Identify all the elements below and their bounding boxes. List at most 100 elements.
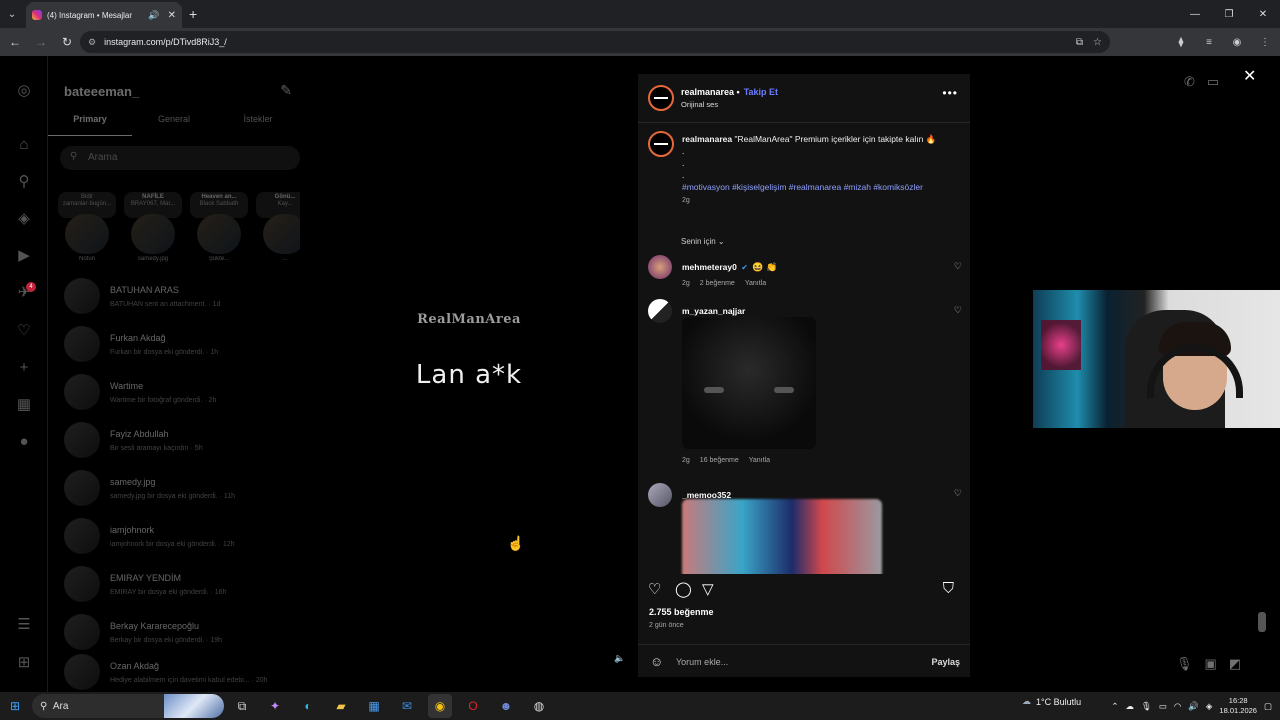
image-icon[interactable]: ▣ (1205, 656, 1217, 672)
reload-icon[interactable]: ↻ (56, 31, 78, 53)
post-comment-button[interactable]: Paylaş (931, 657, 960, 667)
store-icon[interactable]: ▦ (362, 694, 386, 718)
browser-tab-instagram[interactable]: (4) Instagram • Mesajlar 🔊 ✕ (26, 2, 182, 28)
home-icon[interactable]: ⌂ (14, 134, 34, 154)
profile-avatar[interactable]: ● (14, 431, 34, 451)
reply-button[interactable]: Yanıtla (745, 280, 766, 287)
like-heart-icon[interactable]: ♡ (648, 580, 661, 598)
address-bar[interactable]: ⚙ instagram.com/p/DTivd8RiJ3_/ ⧉ ☆ (80, 31, 1110, 53)
volume-icon[interactable]: 🔊 (1188, 701, 1199, 712)
vpn-icon[interactable]: ◈ (1206, 701, 1213, 712)
apps-grid-icon[interactable]: ⊞ (14, 652, 34, 672)
caption-avatar[interactable] (648, 131, 674, 157)
extensions-icon[interactable]: ⧫ (1170, 31, 1192, 53)
search-icon[interactable]: ⚲ (14, 171, 34, 191)
speaker-icon[interactable]: 🔊 (148, 10, 159, 21)
like-comment-icon[interactable]: ♡ (954, 488, 962, 499)
thread-item[interactable]: BATUHAN ARAS BATUHAN sent an attachment. … (64, 274, 300, 318)
comment-likes[interactable]: 2 beğenme (700, 280, 735, 287)
note-item[interactable]: NAFİLE BRAY067, Mar... samedy.jpg (124, 192, 182, 272)
profile-icon[interactable]: ◉ (1226, 31, 1248, 53)
commenter-avatar[interactable] (648, 255, 672, 279)
like-comment-icon[interactable]: ♡ (954, 261, 962, 272)
thread-item[interactable]: Berkay Kararecepoğlu Berkay bir dosya eki… (64, 610, 300, 654)
chevron-up-icon[interactable]: ⌃ (1111, 701, 1118, 712)
comment-image[interactable] (682, 499, 882, 574)
close-window-button[interactable]: ✕ (1246, 0, 1280, 28)
reply-button[interactable]: Yanıtla (749, 457, 770, 464)
close-icon[interactable]: ✕ (1243, 66, 1256, 86)
inbox-search-input[interactable]: ⚲ Arama (60, 146, 300, 170)
thread-item[interactable]: EMIRAY YENDİM EMIRAY bir dosya eki gönder… (64, 562, 300, 606)
comment-user[interactable]: m_yazan_najjar (682, 306, 745, 316)
more-options-icon[interactable]: ••• (942, 86, 958, 100)
create-plus-icon[interactable]: + (14, 357, 34, 377)
comment-input[interactable]: ☺ Yorum ekle... Paylaş (638, 644, 970, 677)
clock[interactable]: 16:28 18.01.2026 (1219, 696, 1257, 716)
like-comment-icon[interactable]: ♡ (954, 305, 962, 316)
thread-item[interactable]: iamjohnork iamjohnork bir dosya eki gönde… (64, 514, 300, 558)
share-send-icon[interactable]: ▽ (702, 580, 714, 598)
task-view-icon[interactable]: ⧉ (230, 694, 254, 718)
battery-icon[interactable]: ▭ (1159, 701, 1167, 712)
inbox-username[interactable]: bateeeman_ (64, 84, 139, 99)
file-explorer-icon[interactable]: ▰ (329, 694, 353, 718)
notification-icon[interactable]: ▢ (1264, 701, 1272, 712)
minimize-button[interactable]: — (1178, 0, 1212, 28)
tab-general[interactable]: General (132, 114, 216, 136)
opera-icon[interactable]: O (461, 694, 485, 718)
discord-icon[interactable]: ☻ (494, 694, 518, 718)
audio-label[interactable]: Orijinal ses (681, 100, 718, 109)
bookmark-star-icon[interactable]: ☆ (1093, 37, 1102, 48)
more-menu-icon[interactable]: ☰ (14, 614, 34, 634)
note-item[interactable]: Bidir zamanlar·bugün... Notun (58, 192, 116, 272)
thread-item[interactable]: samedy.jpg samedy.jpg bir dosya eki gönde… (64, 466, 300, 510)
close-tab-icon[interactable]: ✕ (168, 10, 176, 21)
microphone-icon[interactable]: 🎙 (1141, 701, 1152, 712)
tab-requests[interactable]: İstekler (216, 114, 300, 136)
commenter-avatar[interactable] (648, 299, 672, 323)
comment-icon[interactable]: ◯ (675, 580, 692, 598)
restore-button[interactable]: ❐ (1212, 0, 1246, 28)
author-avatar[interactable] (648, 85, 674, 111)
scrollbar[interactable] (1258, 612, 1266, 632)
network-icon[interactable]: ☁ (1126, 701, 1135, 712)
phone-icon[interactable]: ✆ (1184, 74, 1195, 90)
emoji-icon[interactable]: ☺ (650, 654, 663, 669)
tab-search-icon[interactable]: ⌄ (0, 0, 24, 28)
save-bookmark-icon[interactable]: ⛉ (943, 580, 954, 597)
reel-video[interactable]: RealManArea Lan a*k 🔈 (300, 76, 638, 676)
wifi-icon[interactable]: ◠ (1174, 701, 1181, 712)
follow-button[interactable]: Takip Et (744, 87, 778, 97)
new-tab-button[interactable]: + (189, 6, 197, 22)
caption-hashtags[interactable]: #motivasyon #kişiselgelişim #realmanarea… (682, 182, 923, 192)
video-call-icon[interactable]: ▭ (1207, 74, 1219, 90)
mail-icon[interactable]: ✉ (395, 694, 419, 718)
taskbar-search[interactable]: ⚲ Ara (32, 694, 224, 718)
thread-item[interactable]: Furkan Akdağ Furkan bir dosya eki gönderd… (64, 322, 300, 366)
media-controls-icon[interactable]: ≡ (1198, 31, 1220, 53)
note-item[interactable]: Gönü... Kay... ... (256, 192, 300, 272)
browser-menu-icon[interactable]: ⋮ (1254, 31, 1276, 53)
thread-item[interactable]: Ozan Akdağ Hediye alabilmem için davetimi… (64, 650, 300, 694)
comment-sort-dropdown[interactable]: Senin için ⌄ (681, 237, 725, 246)
comment-user[interactable]: mehmeteray0 (682, 262, 737, 272)
comment-likes[interactable]: 16 beğenme (700, 457, 739, 464)
thread-item[interactable]: Wartime Wartime bir fotoğraf gönderdi. · … (64, 370, 300, 414)
comment-image[interactable] (682, 317, 816, 449)
comments-scroll[interactable]: realmanarea "RealManArea" Premium içerik… (638, 122, 970, 574)
note-item[interactable]: Heaven an... Black Sabbath Şükte... (190, 192, 248, 272)
explore-icon[interactable]: ◈ (14, 208, 34, 228)
back-arrow-icon[interactable]: ← (4, 31, 26, 53)
forward-arrow-icon[interactable]: → (30, 31, 52, 53)
new-message-icon[interactable]: ✎ (280, 82, 292, 99)
sound-icon[interactable]: 🔈 (614, 653, 625, 664)
instagram-logo-icon[interactable]: ◎ (14, 80, 34, 100)
microphone-icon[interactable]: 🎙 (1176, 656, 1193, 672)
install-app-icon[interactable]: ⧉ (1076, 37, 1083, 48)
caption-author[interactable]: realmanarea (682, 134, 732, 144)
site-info-icon[interactable]: ⚙ (88, 37, 96, 48)
tab-primary[interactable]: Primary (48, 114, 132, 136)
dashboard-icon[interactable]: ▦ (14, 394, 34, 414)
copilot-icon[interactable]: ✦ (263, 694, 287, 718)
